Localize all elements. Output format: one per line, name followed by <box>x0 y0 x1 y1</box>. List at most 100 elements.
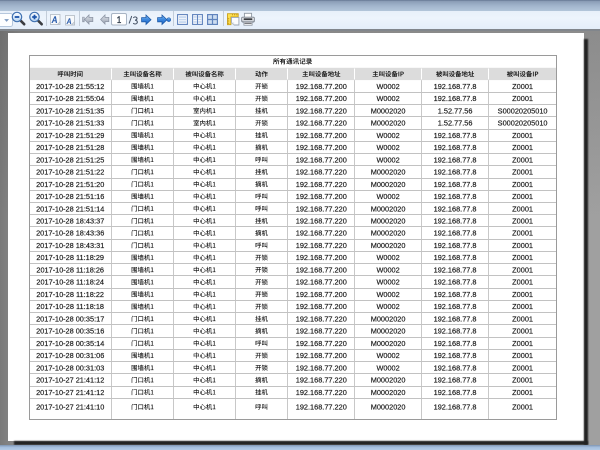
svg-text:Z0001: Z0001 <box>512 278 533 287</box>
svg-text:Z0001: Z0001 <box>512 376 533 385</box>
svg-text:2017-10-28 21:51:25: 2017-10-28 21:51:25 <box>36 155 104 164</box>
svg-text:192.168.77.8: 192.168.77.8 <box>434 278 477 287</box>
svg-text:192.168.77.8: 192.168.77.8 <box>434 82 477 91</box>
svg-text:Z0001: Z0001 <box>512 192 533 201</box>
svg-text:Z0001: Z0001 <box>512 253 533 262</box>
svg-text:192.168.77.200: 192.168.77.200 <box>296 192 347 201</box>
svg-text:192.168.77.200: 192.168.77.200 <box>296 363 347 372</box>
svg-text:192.168.77.220: 192.168.77.220 <box>296 204 347 213</box>
svg-text:Z0001: Z0001 <box>512 94 533 103</box>
svg-text:192.168.77.220: 192.168.77.220 <box>296 168 347 177</box>
svg-text:192.168.77.8: 192.168.77.8 <box>434 376 477 385</box>
svg-text:192.168.77.8: 192.168.77.8 <box>434 168 477 177</box>
svg-text:192.168.77.8: 192.168.77.8 <box>434 339 477 348</box>
svg-text:M0002020: M0002020 <box>371 388 406 397</box>
svg-text:W0002: W0002 <box>376 94 399 103</box>
svg-text:192.168.77.200: 192.168.77.200 <box>296 351 347 360</box>
svg-text:W0002: W0002 <box>376 278 399 287</box>
svg-text:192.168.77.200: 192.168.77.200 <box>296 278 347 287</box>
svg-text:Z0001: Z0001 <box>512 180 533 189</box>
svg-text:M0002020: M0002020 <box>371 327 406 336</box>
svg-text:Z0001: Z0001 <box>512 339 533 348</box>
svg-text:M0002020: M0002020 <box>371 241 406 250</box>
svg-text:2017-10-28 00:35:14: 2017-10-28 00:35:14 <box>36 339 104 348</box>
svg-text:192.168.77.8: 192.168.77.8 <box>434 363 477 372</box>
svg-text:W0002: W0002 <box>376 290 399 299</box>
svg-text:Z0001: Z0001 <box>512 290 533 299</box>
svg-text:192.168.77.8: 192.168.77.8 <box>434 216 477 225</box>
svg-text:Z0001: Z0001 <box>512 351 533 360</box>
svg-text:Z0001: Z0001 <box>512 168 533 177</box>
svg-text:192.168.77.220: 192.168.77.220 <box>296 327 347 336</box>
svg-text:192.168.77.200: 192.168.77.200 <box>296 143 347 152</box>
svg-text:1.52.77.56: 1.52.77.56 <box>438 119 473 128</box>
svg-text:2017-10-28 00:35:17: 2017-10-28 00:35:17 <box>36 314 104 323</box>
svg-text:192.168.77.8: 192.168.77.8 <box>434 143 477 152</box>
svg-text:M0002020: M0002020 <box>371 229 406 238</box>
svg-text:2017-10-28 00:35:16: 2017-10-28 00:35:16 <box>36 327 104 336</box>
svg-text:2017-10-28 00:31:03: 2017-10-28 00:31:03 <box>36 363 104 372</box>
svg-text:M0002020: M0002020 <box>371 314 406 323</box>
svg-text:192.168.77.8: 192.168.77.8 <box>434 204 477 213</box>
svg-text:W0002: W0002 <box>376 155 399 164</box>
svg-text:2017-10-27 21:41:10: 2017-10-27 21:41:10 <box>36 403 104 412</box>
svg-text:W0002: W0002 <box>376 82 399 91</box>
svg-text:192.168.77.8: 192.168.77.8 <box>434 351 477 360</box>
svg-text:M0002020: M0002020 <box>371 204 406 213</box>
svg-text:Z0001: Z0001 <box>512 204 533 213</box>
svg-text:W0002: W0002 <box>376 351 399 360</box>
svg-text:192.168.77.8: 192.168.77.8 <box>434 290 477 299</box>
svg-text:192.168.77.200: 192.168.77.200 <box>296 82 347 91</box>
svg-text:M0002020: M0002020 <box>371 180 406 189</box>
svg-text:192.168.77.220: 192.168.77.220 <box>296 376 347 385</box>
svg-text:W0002: W0002 <box>376 265 399 274</box>
svg-text:W0002: W0002 <box>376 302 399 311</box>
svg-text:192.168.77.8: 192.168.77.8 <box>434 327 477 336</box>
svg-text:2017-10-28 11:18:18: 2017-10-28 11:18:18 <box>36 302 104 311</box>
svg-text:S00020205010: S00020205010 <box>498 106 548 115</box>
svg-text:192.168.77.200: 192.168.77.200 <box>296 265 347 274</box>
svg-text:M0002020: M0002020 <box>371 339 406 348</box>
svg-text:Z0001: Z0001 <box>512 155 533 164</box>
svg-text:192.168.77.8: 192.168.77.8 <box>434 253 477 262</box>
svg-text:192.168.77.8: 192.168.77.8 <box>434 155 477 164</box>
svg-text:2017-10-28 21:51:20: 2017-10-28 21:51:20 <box>36 180 104 189</box>
svg-text:192.168.77.200: 192.168.77.200 <box>296 94 347 103</box>
svg-text:2017-10-28 21:51:33: 2017-10-28 21:51:33 <box>36 119 104 128</box>
svg-text:192.168.77.220: 192.168.77.220 <box>296 403 347 412</box>
svg-text:2017-10-28 21:55:12: 2017-10-28 21:55:12 <box>36 82 104 91</box>
svg-text:2017-10-28 21:51:28: 2017-10-28 21:51:28 <box>36 143 104 152</box>
svg-text:2017-10-28 11:18:26: 2017-10-28 11:18:26 <box>36 265 104 274</box>
svg-text:192.168.77.220: 192.168.77.220 <box>296 106 347 115</box>
svg-text:W0002: W0002 <box>376 192 399 201</box>
svg-text:Z0001: Z0001 <box>512 388 533 397</box>
svg-text:2017-10-28 21:51:14: 2017-10-28 21:51:14 <box>36 204 104 213</box>
svg-text:192.168.77.8: 192.168.77.8 <box>434 265 477 274</box>
svg-text:M0002020: M0002020 <box>371 216 406 225</box>
svg-text:192.168.77.8: 192.168.77.8 <box>434 241 477 250</box>
svg-text:192.168.77.220: 192.168.77.220 <box>296 314 347 323</box>
svg-text:2017-10-28 21:55:04: 2017-10-28 21:55:04 <box>36 94 104 103</box>
svg-text:2017-10-28 21:51:35: 2017-10-28 21:51:35 <box>36 106 104 115</box>
svg-text:Z0001: Z0001 <box>512 229 533 238</box>
svg-text:192.168.77.8: 192.168.77.8 <box>434 192 477 201</box>
svg-text:2017-10-27 21:41:12: 2017-10-27 21:41:12 <box>36 388 104 397</box>
svg-text:W0002: W0002 <box>376 131 399 140</box>
svg-text:192.168.77.220: 192.168.77.220 <box>296 241 347 250</box>
svg-text:192.168.77.8: 192.168.77.8 <box>434 388 477 397</box>
svg-text:Z0001: Z0001 <box>512 327 533 336</box>
svg-text:1.52.77.56: 1.52.77.56 <box>438 106 473 115</box>
svg-text:2017-10-27 21:41:12: 2017-10-27 21:41:12 <box>36 376 104 385</box>
svg-text:M0002020: M0002020 <box>371 119 406 128</box>
svg-text:192.168.77.200: 192.168.77.200 <box>296 290 347 299</box>
svg-text:192.168.77.8: 192.168.77.8 <box>434 302 477 311</box>
svg-text:192.168.77.8: 192.168.77.8 <box>434 403 477 412</box>
svg-text:192.168.77.220: 192.168.77.220 <box>296 119 347 128</box>
svg-text:192.168.77.220: 192.168.77.220 <box>296 339 347 348</box>
svg-text:192.168.77.200: 192.168.77.200 <box>296 155 347 164</box>
svg-text:M0002020: M0002020 <box>371 168 406 177</box>
svg-text:M0002020: M0002020 <box>371 106 406 115</box>
svg-text:S00020205010: S00020205010 <box>498 119 548 128</box>
svg-text:Z0001: Z0001 <box>512 403 533 412</box>
svg-text:Z0001: Z0001 <box>512 241 533 250</box>
